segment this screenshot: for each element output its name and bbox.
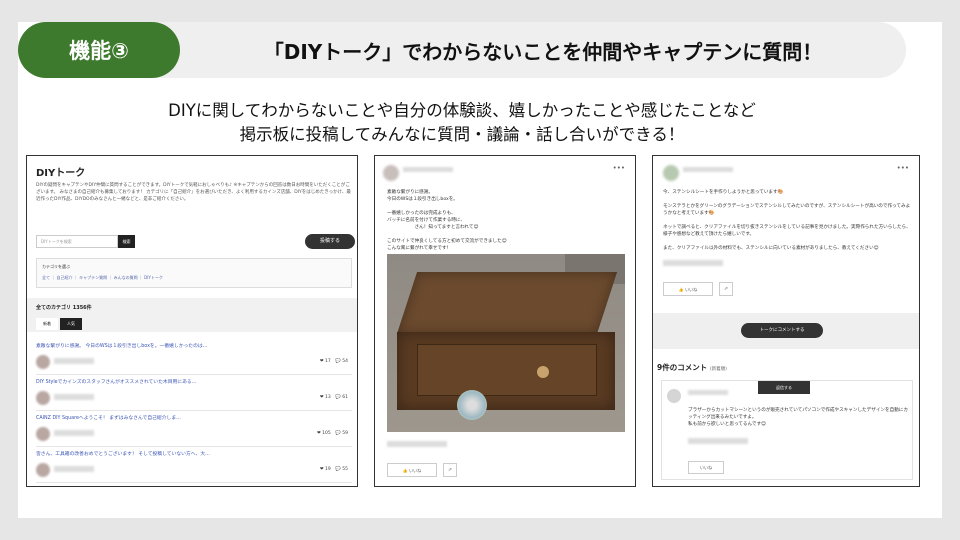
comments-heading: 9件のコメント (新着順) — [657, 362, 727, 373]
avatar — [36, 391, 50, 405]
user-name-blurred — [54, 394, 94, 400]
page-title: 「DIYトーク」でわからないことを仲間やキャプテンに質問！ — [263, 39, 823, 64]
reply-button[interactable]: 返信する — [758, 381, 810, 394]
user-name-blurred — [688, 438, 748, 444]
subtitle: DIYに関してわからないことや自分の体験談、嬉しかったことや感じたことなど 掲示… — [60, 99, 864, 147]
badge-disc — [457, 390, 487, 420]
list-item[interactable]: DIY Styleでカインズのスタッフさんがオススメされていた木目用にある… ❤… — [36, 378, 352, 411]
avatar — [36, 355, 50, 369]
user-name-blurred — [683, 167, 733, 172]
header-bar: 機能③ 「DIYトーク」でわからないことを仲間やキャプテンに質問！ — [18, 22, 906, 78]
avatar — [663, 165, 679, 181]
list-item-stats: ❤ 13 💬 61 — [319, 395, 348, 400]
list-item[interactable]: CAINZ DIY Squareへようこそ！ まずはみなさんで自己紹介しま… ❤… — [36, 414, 352, 447]
user-name-blurred — [54, 466, 94, 472]
share-icon[interactable]: ⇗ — [443, 463, 457, 477]
user-name-blurred — [54, 358, 94, 364]
thread-screenshot: ••• 今、ステンシルシートを手作りしようかと思っています🎨 モンステラとかをグ… — [652, 155, 920, 487]
like-button[interactable]: 👍 いいね — [663, 282, 713, 296]
thumbs-up-icon: 👍 — [402, 468, 408, 473]
post-body: 素敵な繋がりに感謝。 今日のWSは１段引き出しboxを。 一番嬉しかったのは完成… — [387, 190, 507, 251]
avatar — [383, 165, 399, 181]
comment-item: ブラザーからカットマシーンというのが販売されていてパソコンで作成やスキャンしたデ… — [661, 380, 913, 480]
tab-new[interactable]: 新着 — [36, 318, 58, 330]
wooden-box-top — [396, 272, 618, 334]
board-title: DIYトーク — [36, 168, 86, 179]
user-name-blurred — [387, 441, 447, 447]
comment-band: トークにコメントする — [653, 313, 919, 349]
comment-like-button[interactable]: いいね — [688, 461, 724, 474]
all-categories-count: 全てのカテゴリ 1356件 — [36, 305, 92, 311]
subtitle-line-1: DIYに関してわからないことや自分の体験談、嬉しかったことや感じたことなど — [168, 101, 756, 120]
drawer — [417, 344, 597, 396]
post-photo — [387, 254, 625, 432]
user-name-blurred — [663, 260, 723, 266]
thread-body: 今、ステンシルシートを手作りしようかと思っています🎨 モンステラとかをグリーンの… — [663, 190, 911, 251]
comments-count: 9件のコメント — [657, 363, 708, 372]
list-item-stats: ❤ 19 💬 55 — [319, 467, 348, 472]
all-categories-header: 全てのカテゴリ 1356件 新着 人気 — [27, 298, 357, 332]
category-label: カテゴリを選ぶ — [42, 264, 70, 269]
feature-label: 機能③ — [18, 22, 180, 78]
list-item-title[interactable]: DIY Styleでカインズのスタッフさんがオススメされていた木目用にある… — [36, 378, 196, 385]
list-item[interactable]: 皆さん、工具箱の改善おめでとうございます！ そして投稿していない方へ、大… ❤ … — [36, 450, 352, 483]
avatar — [36, 463, 50, 477]
like-label: いいね — [685, 287, 698, 292]
drawer-knob — [537, 366, 549, 378]
like-button[interactable]: 👍 いいね — [387, 463, 437, 477]
list-item-stats: ❤ 17 💬 54 — [319, 359, 348, 364]
comment-button[interactable]: トークにコメントする — [741, 323, 823, 338]
list-item-stats: ❤ 105 💬 59 — [316, 431, 348, 436]
avatar — [667, 389, 681, 403]
user-name-blurred — [403, 167, 453, 172]
search-input[interactable]: DIYトークを検索 — [36, 235, 118, 248]
list-item-title[interactable]: 素敵な繋がりに感謝。 今日のWSは１段引き出しboxを。一番嬉しかったのは… — [36, 342, 208, 349]
like-label: いいね — [409, 468, 422, 473]
category-selector: カテゴリを選ぶ 全て ｜ 自己紹介 ｜ キャプテン質問 ｜ みんなの質問 ｜ D… — [36, 258, 352, 288]
search-button[interactable]: 検索 — [118, 235, 135, 248]
more-menu-icon[interactable]: ••• — [613, 164, 625, 172]
more-menu-icon[interactable]: ••• — [897, 164, 909, 172]
board-screenshot: DIYトーク DIYの疑問をキャプテンやDIY仲間に質問することができます。DI… — [26, 155, 358, 487]
comments-order: (新着順) — [709, 367, 727, 372]
post-button[interactable]: 投稿する — [305, 234, 355, 249]
thumbs-up-icon: 👍 — [678, 287, 684, 292]
category-links[interactable]: 全て ｜ 自己紹介 ｜ キャプテン質問 ｜ みんなの質問 ｜ DIYトーク — [42, 275, 163, 281]
tab-popular[interactable]: 人気 — [60, 318, 82, 330]
list-item[interactable]: 素敵な繋がりに感謝。 今日のWSは１段引き出しboxを。一番嬉しかったのは… ❤… — [36, 342, 352, 375]
user-name-blurred — [54, 430, 94, 436]
board-description: DIYの疑問をキャプテンやDIY仲間に質問することができます。DIYトークで気軽… — [36, 183, 351, 202]
list-item-title[interactable]: CAINZ DIY Squareへようこそ！ まずはみなさんで自己紹介しま… — [36, 414, 181, 421]
subtitle-line-2: 掲示板に投稿してみんなに質問・議論・話し合いができる！ — [239, 125, 685, 144]
post-screenshot: ••• 素敵な繋がりに感謝。 今日のWSは１段引き出しboxを。 一番嬉しかった… — [374, 155, 636, 487]
share-icon[interactable]: ⇗ — [719, 282, 733, 296]
list-item-title[interactable]: 皆さん、工具箱の改善おめでとうございます！ そして投稿していない方へ、大… — [36, 450, 210, 457]
comment-body: ブラザーからカットマシーンというのが販売されていてパソコンで作成やスキャンしたデ… — [688, 408, 908, 427]
avatar — [36, 427, 50, 441]
user-name-blurred — [688, 390, 728, 395]
